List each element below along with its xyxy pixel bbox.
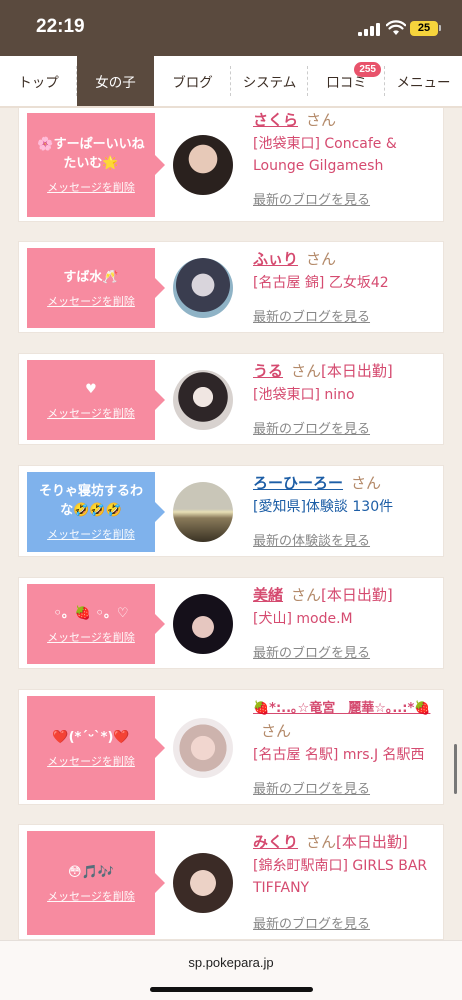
list-item: ❤️(*ˊᵕˋ*)❤️ メッセージを削除 🍓*:..｡☆竜宮 麗華☆｡..:*🍓… [18, 689, 444, 805]
status-bar: 22:19 25 [0, 0, 462, 56]
latest-blog-link[interactable]: 最新のブログを見る [253, 778, 370, 797]
review-count[interactable]: [愛知県]体験談 130件 [253, 496, 439, 518]
message-text: ❤️(*ˊᵕˋ*)❤️ [52, 729, 130, 745]
girl-name-link[interactable]: さくら [253, 111, 298, 129]
honorific: さん [306, 111, 337, 129]
latest-blog-link[interactable]: 最新のブログを見る [253, 306, 370, 325]
list-item: 😳🎵🎶 メッセージを削除 みくり さん[本日出勤] [錦糸町駅南口] GIRLS … [18, 824, 444, 940]
honorific: さん [306, 250, 337, 268]
home-indicator[interactable] [150, 987, 313, 992]
shop-name[interactable]: [名古屋 錦] 乙女坂42 [253, 272, 439, 294]
wifi-icon [386, 20, 406, 35]
tab-blog[interactable]: ブログ [154, 56, 231, 106]
on-shift-label: [本日出勤] [321, 362, 393, 380]
message-text: 😳🎵🎶 [68, 864, 114, 880]
tab-reviews[interactable]: 口コミ 255 [308, 56, 385, 106]
scrollbar[interactable] [454, 744, 457, 794]
honorific: さん [291, 586, 322, 604]
latest-blog-link[interactable]: 最新のブログを見る [253, 913, 370, 932]
girl-info: みくり さん[本日出勤] [錦糸町駅南口] GIRLS BAR TIFFANY [253, 831, 439, 899]
girl-name-link[interactable]: うる [253, 362, 283, 380]
girl-info: ふぃり さん [名古屋 錦] 乙女坂42 [253, 248, 439, 294]
delete-message-link[interactable]: メッセージを削除 [47, 629, 135, 645]
clock: 22:19 [36, 16, 85, 37]
girl-info: 🍓*:..｡☆竜宮 麗華☆｡..:*🍓 さん [名古屋 名駅] mrs.J 名駅西 [253, 696, 439, 766]
tab-system[interactable]: システム [231, 56, 308, 106]
girl-info: 美緒 さん[本日出勤] [犬山] mode.M [253, 584, 439, 630]
tab-girls[interactable]: 女の子 [77, 56, 154, 106]
message-bubble: ♥ メッセージを削除 [27, 360, 165, 440]
delete-message-link[interactable]: メッセージを削除 [47, 888, 135, 904]
shop-name[interactable]: [名古屋 名駅] mrs.J 名駅西 [253, 744, 439, 766]
latest-blog-link[interactable]: 最新のブログを見る [253, 189, 370, 208]
honorific: さん [291, 362, 322, 380]
reviewer-name-link[interactable]: ろーひーろー [253, 474, 343, 492]
message-bubble: すば水🥂 メッセージを削除 [27, 248, 165, 328]
girl-info: さくら さん [池袋東口] Concafe & Lounge Gilgamesh [253, 109, 439, 177]
shop-name[interactable]: [犬山] mode.M [253, 608, 439, 630]
avatar[interactable] [173, 853, 233, 913]
list-item: そりゃ寝坊するわな🤣🤣🤣 メッセージを削除 ろーひーろー さん [愛知県]体験談 … [18, 465, 444, 557]
favorite-list: 🌸すーぱーいいねたいむ🌟 メッセージを削除 さくら さん [池袋東口] Conca… [0, 108, 462, 940]
avatar[interactable] [173, 258, 233, 318]
message-text: ◦。🍓 ◦。♡ [53, 605, 129, 621]
list-item: すば水🥂 メッセージを削除 ふぃり さん [名古屋 錦] 乙女坂42 最新のブログ… [18, 241, 444, 333]
girl-name-link[interactable]: ふぃり [253, 250, 298, 268]
message-bubble: そりゃ寝坊するわな🤣🤣🤣 メッセージを削除 [27, 472, 165, 552]
girl-info: うる さん[本日出勤] [池袋東口] nino [253, 360, 439, 406]
honorific: さん [261, 722, 292, 740]
delete-message-link[interactable]: メッセージを削除 [47, 179, 135, 195]
avatar[interactable] [173, 482, 233, 542]
latest-blog-link[interactable]: 最新のブログを見る [253, 642, 370, 661]
message-text: そりゃ寝坊するわな🤣🤣🤣 [38, 484, 143, 518]
on-shift-label: [本日出勤] [336, 833, 408, 851]
honorific: さん [306, 833, 337, 851]
girl-name-link[interactable]: 美緒 [253, 586, 283, 604]
avatar[interactable] [173, 370, 233, 430]
honorific: さん [351, 474, 382, 492]
url-text[interactable]: sp.pokepara.jp [0, 955, 462, 970]
message-bubble: ❤️(*ˊᵕˋ*)❤️ メッセージを削除 [27, 696, 165, 800]
latest-blog-link[interactable]: 最新のブログを見る [253, 418, 370, 437]
tab-label: 女の子 [95, 75, 136, 91]
shop-name[interactable]: [池袋東口] nino [253, 384, 439, 406]
girl-name-link[interactable]: みくり [253, 833, 298, 851]
list-item: ♥ メッセージを削除 うる さん[本日出勤] [池袋東口] nino 最新のブログ… [18, 353, 444, 445]
delete-message-link[interactable]: メッセージを削除 [47, 293, 135, 309]
tab-label: システム [242, 75, 297, 91]
tab-label: メニュー [396, 75, 451, 91]
reviewer-info: ろーひーろー さん [愛知県]体験談 130件 [253, 472, 439, 518]
girl-name-link[interactable]: 🍓*:..｡☆竜宮 麗華☆｡..:*🍓 [253, 701, 430, 716]
review-count-badge: 255 [354, 62, 381, 77]
shop-name[interactable]: [錦糸町駅南口] GIRLS BAR TIFFANY [253, 855, 439, 899]
delete-message-link[interactable]: メッセージを削除 [47, 753, 135, 769]
signal-icon [358, 23, 380, 36]
shop-name[interactable]: [池袋東口] Concafe & Lounge Gilgamesh [253, 133, 439, 177]
avatar[interactable] [173, 718, 233, 778]
on-shift-label: [本日出勤] [321, 586, 393, 604]
message-bubble: 🌸すーぱーいいねたいむ🌟 メッセージを削除 [27, 113, 165, 217]
battery-tip [439, 25, 441, 31]
avatar[interactable] [173, 594, 233, 654]
delete-message-link[interactable]: メッセージを削除 [47, 405, 135, 421]
avatar[interactable] [173, 135, 233, 195]
latest-review-link[interactable]: 最新の体験談を見る [253, 530, 370, 549]
message-text: ♥ [85, 381, 97, 397]
tab-menu[interactable]: メニュー [385, 56, 462, 106]
tab-label: ブログ [172, 75, 213, 91]
nav-tabs: トップ 女の子 ブログ システム 口コミ 255 メニュー [0, 56, 462, 108]
battery-icon: 25 [410, 21, 438, 36]
tab-label: トップ [18, 75, 59, 91]
message-text: 🌸すーぱーいいねたいむ🌟 [37, 137, 145, 171]
message-bubble: 😳🎵🎶 メッセージを削除 [27, 831, 165, 935]
list-item: 🌸すーぱーいいねたいむ🌟 メッセージを削除 さくら さん [池袋東口] Conca… [18, 108, 444, 222]
message-text: すば水🥂 [63, 269, 119, 285]
message-bubble: ◦。🍓 ◦。♡ メッセージを削除 [27, 584, 165, 664]
tab-top[interactable]: トップ [0, 56, 77, 106]
delete-message-link[interactable]: メッセージを削除 [47, 526, 135, 542]
list-item: ◦。🍓 ◦。♡ メッセージを削除 美緒 さん[本日出勤] [犬山] mode.M … [18, 577, 444, 669]
